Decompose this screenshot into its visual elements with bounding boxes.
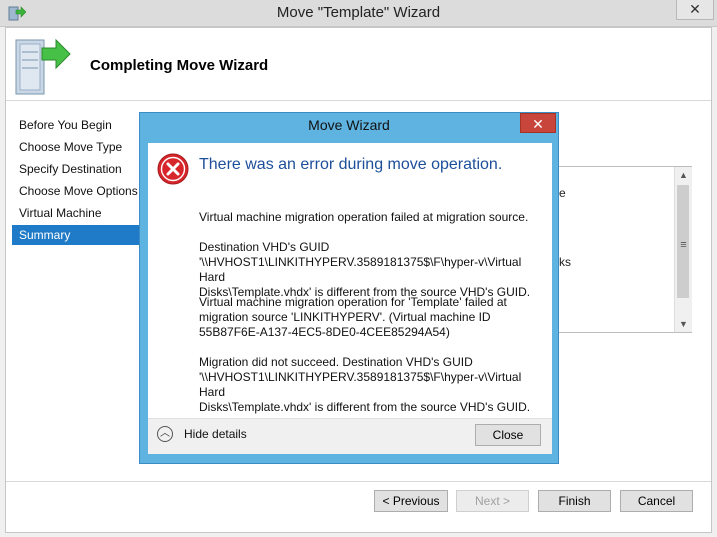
scroll-up-icon[interactable]: ▲ [675,167,692,183]
summary-list: e ks [558,166,692,333]
dialog-title: Move Wizard [308,117,390,133]
summary-text-fragment: e [559,186,566,200]
finish-button[interactable]: Finish [538,490,611,512]
window-close-button[interactable]: ✕ [676,0,714,20]
error-message: Virtual machine migration operation for … [199,295,507,339]
nav-item-choose-move-type[interactable]: Choose Move Type [12,137,139,157]
cancel-button[interactable]: Cancel [620,490,693,512]
hide-details-toggle[interactable]: ︿ Hide details [157,426,257,446]
nav-item-choose-move-options[interactable]: Choose Move Options [12,181,139,201]
error-message: Virtual machine migration operation fail… [199,210,529,224]
dialog-close-action-button[interactable]: Close [475,424,541,446]
dialog-close-button[interactable]: ✕ [520,113,556,133]
nav-item-before-you-begin[interactable]: Before You Begin [12,115,139,135]
wizard-step-nav: Before You Begin Choose Move Type Specif… [6,101,139,481]
chevron-up-icon[interactable]: ︿ [157,426,173,442]
page-title: Completing Move Wizard [90,57,269,74]
scroll-grip-icon: ≡ [680,239,687,251]
nav-item-virtual-machine[interactable]: Virtual Machine [12,203,139,223]
footer-separator [6,481,711,482]
nav-item-specify-destination[interactable]: Specify Destination [12,159,139,179]
window-title: Move "Template" Wizard [276,4,441,21]
summary-text-fragment: ks [559,255,571,269]
error-icon [157,153,189,185]
error-message: Destination VHD's GUID '\\HVHOST1\LINKIT… [199,240,531,299]
nav-item-summary[interactable]: Summary [12,225,139,245]
server-move-icon [15,38,71,95]
scroll-down-icon[interactable]: ▼ [675,316,692,332]
summary-scrollbar[interactable]: ▲ ≡ ▼ [674,167,692,332]
next-button[interactable]: Next > [456,490,529,512]
hide-details-label[interactable]: Hide details [184,427,247,441]
error-message: Migration did not succeed. Destination V… [199,355,531,414]
previous-button[interactable]: < Previous [374,490,448,512]
error-heading: There was an error during move operation… [199,156,503,173]
